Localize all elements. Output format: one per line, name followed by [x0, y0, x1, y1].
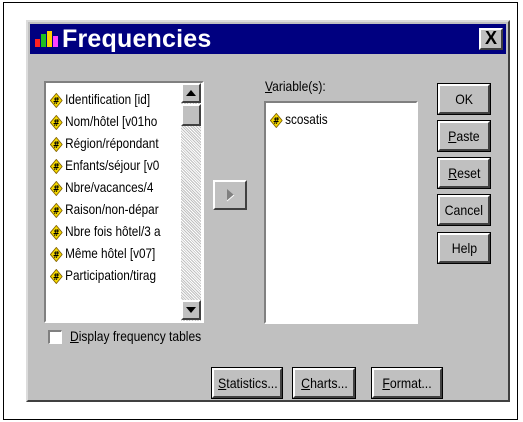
paste-button[interactable]: Paste	[437, 120, 491, 152]
scale-variable-icon	[50, 203, 63, 218]
frequencies-dialog: Frequencies X Identification [id] Nom/hôt…	[26, 20, 510, 402]
right-arrow-icon	[226, 189, 235, 202]
scale-variable-icon	[50, 225, 63, 240]
display-frequency-tables-label[interactable]: Display frequency tables	[70, 328, 201, 344]
source-variable-list[interactable]: Identification [id] Nom/hôtel [v01ho Régio…	[44, 81, 204, 323]
source-variable-item-label: Nbre fois hôtel/3 a	[65, 223, 161, 239]
selected-variable-item[interactable]: scosatis	[270, 109, 328, 129]
close-icon: X	[484, 28, 497, 48]
scale-variable-icon	[50, 181, 63, 196]
scroll-up-button[interactable]	[181, 83, 201, 103]
selected-variables-list[interactable]: scosatis	[264, 101, 418, 324]
reset-button[interactable]: Reset	[437, 157, 491, 189]
source-variable-item[interactable]: Même hôtel [v07]	[50, 243, 155, 263]
statistics-button[interactable]: Statistics...	[211, 367, 283, 399]
source-variable-item[interactable]: Nom/hôtel [v01ho	[50, 111, 157, 131]
scale-variable-icon	[50, 159, 63, 174]
scale-variable-icon	[50, 93, 63, 108]
close-button[interactable]: X	[479, 28, 503, 50]
source-variable-item[interactable]: Participation/tirag	[50, 265, 156, 285]
scale-variable-icon	[50, 137, 63, 152]
source-variable-item-label: Même hôtel [v07]	[65, 245, 156, 261]
source-list-items: Identification [id] Nom/hôtel [v01ho Régio…	[48, 85, 180, 320]
source-variable-item[interactable]: Enfants/séjour [v0	[50, 155, 159, 175]
source-variable-item-label: Enfants/séjour [v0	[65, 157, 160, 173]
source-variable-item-label: Identification [id]	[65, 91, 151, 107]
source-variable-item[interactable]: Raison/non-dépar	[50, 199, 159, 219]
move-variable-button[interactable]	[213, 180, 247, 210]
source-variable-item[interactable]: Nbre/vacances/4	[50, 177, 153, 197]
help-button[interactable]: Help	[437, 232, 491, 264]
source-variable-item[interactable]: Identification [id]	[50, 89, 150, 109]
cancel-button[interactable]: Cancel	[437, 194, 491, 226]
scroll-down-button[interactable]	[181, 300, 201, 320]
source-variable-item-label: Nbre/vacances/4	[65, 179, 154, 195]
scroll-down-arrow-icon	[186, 307, 196, 313]
scale-variable-icon	[50, 269, 63, 284]
scale-variable-icon	[50, 115, 63, 130]
source-variable-item[interactable]: Nbre fois hôtel/3 a	[50, 221, 161, 241]
source-variable-item[interactable]: Région/répondant	[50, 133, 159, 153]
dialog-title: Frequencies	[62, 25, 212, 53]
source-variable-item-label: Nom/hôtel [v01ho	[65, 113, 158, 129]
scale-variable-icon	[270, 113, 283, 128]
scroll-thumb[interactable]	[181, 104, 201, 126]
display-frequency-tables-checkbox[interactable]	[48, 330, 62, 344]
title-bar[interactable]: Frequencies X	[30, 24, 506, 54]
source-variable-item-label: Raison/non-dépar	[65, 201, 159, 217]
source-variable-item-label: Région/répondant	[65, 135, 159, 151]
scale-variable-icon	[50, 247, 63, 262]
selected-variable-item-label: scosatis	[285, 111, 328, 127]
scroll-up-arrow-icon	[186, 90, 196, 96]
selected-list-items: scosatis	[268, 105, 414, 320]
variables-label: Variable(s):	[265, 78, 326, 94]
source-list-scrollbar[interactable]	[181, 83, 201, 321]
source-variable-item-label: Participation/tirag	[65, 267, 156, 283]
format-button[interactable]: Format...	[371, 367, 443, 399]
spss-app-icon	[35, 31, 58, 47]
charts-button[interactable]: Charts...	[292, 367, 356, 399]
ok-button[interactable]: OK	[437, 83, 491, 115]
